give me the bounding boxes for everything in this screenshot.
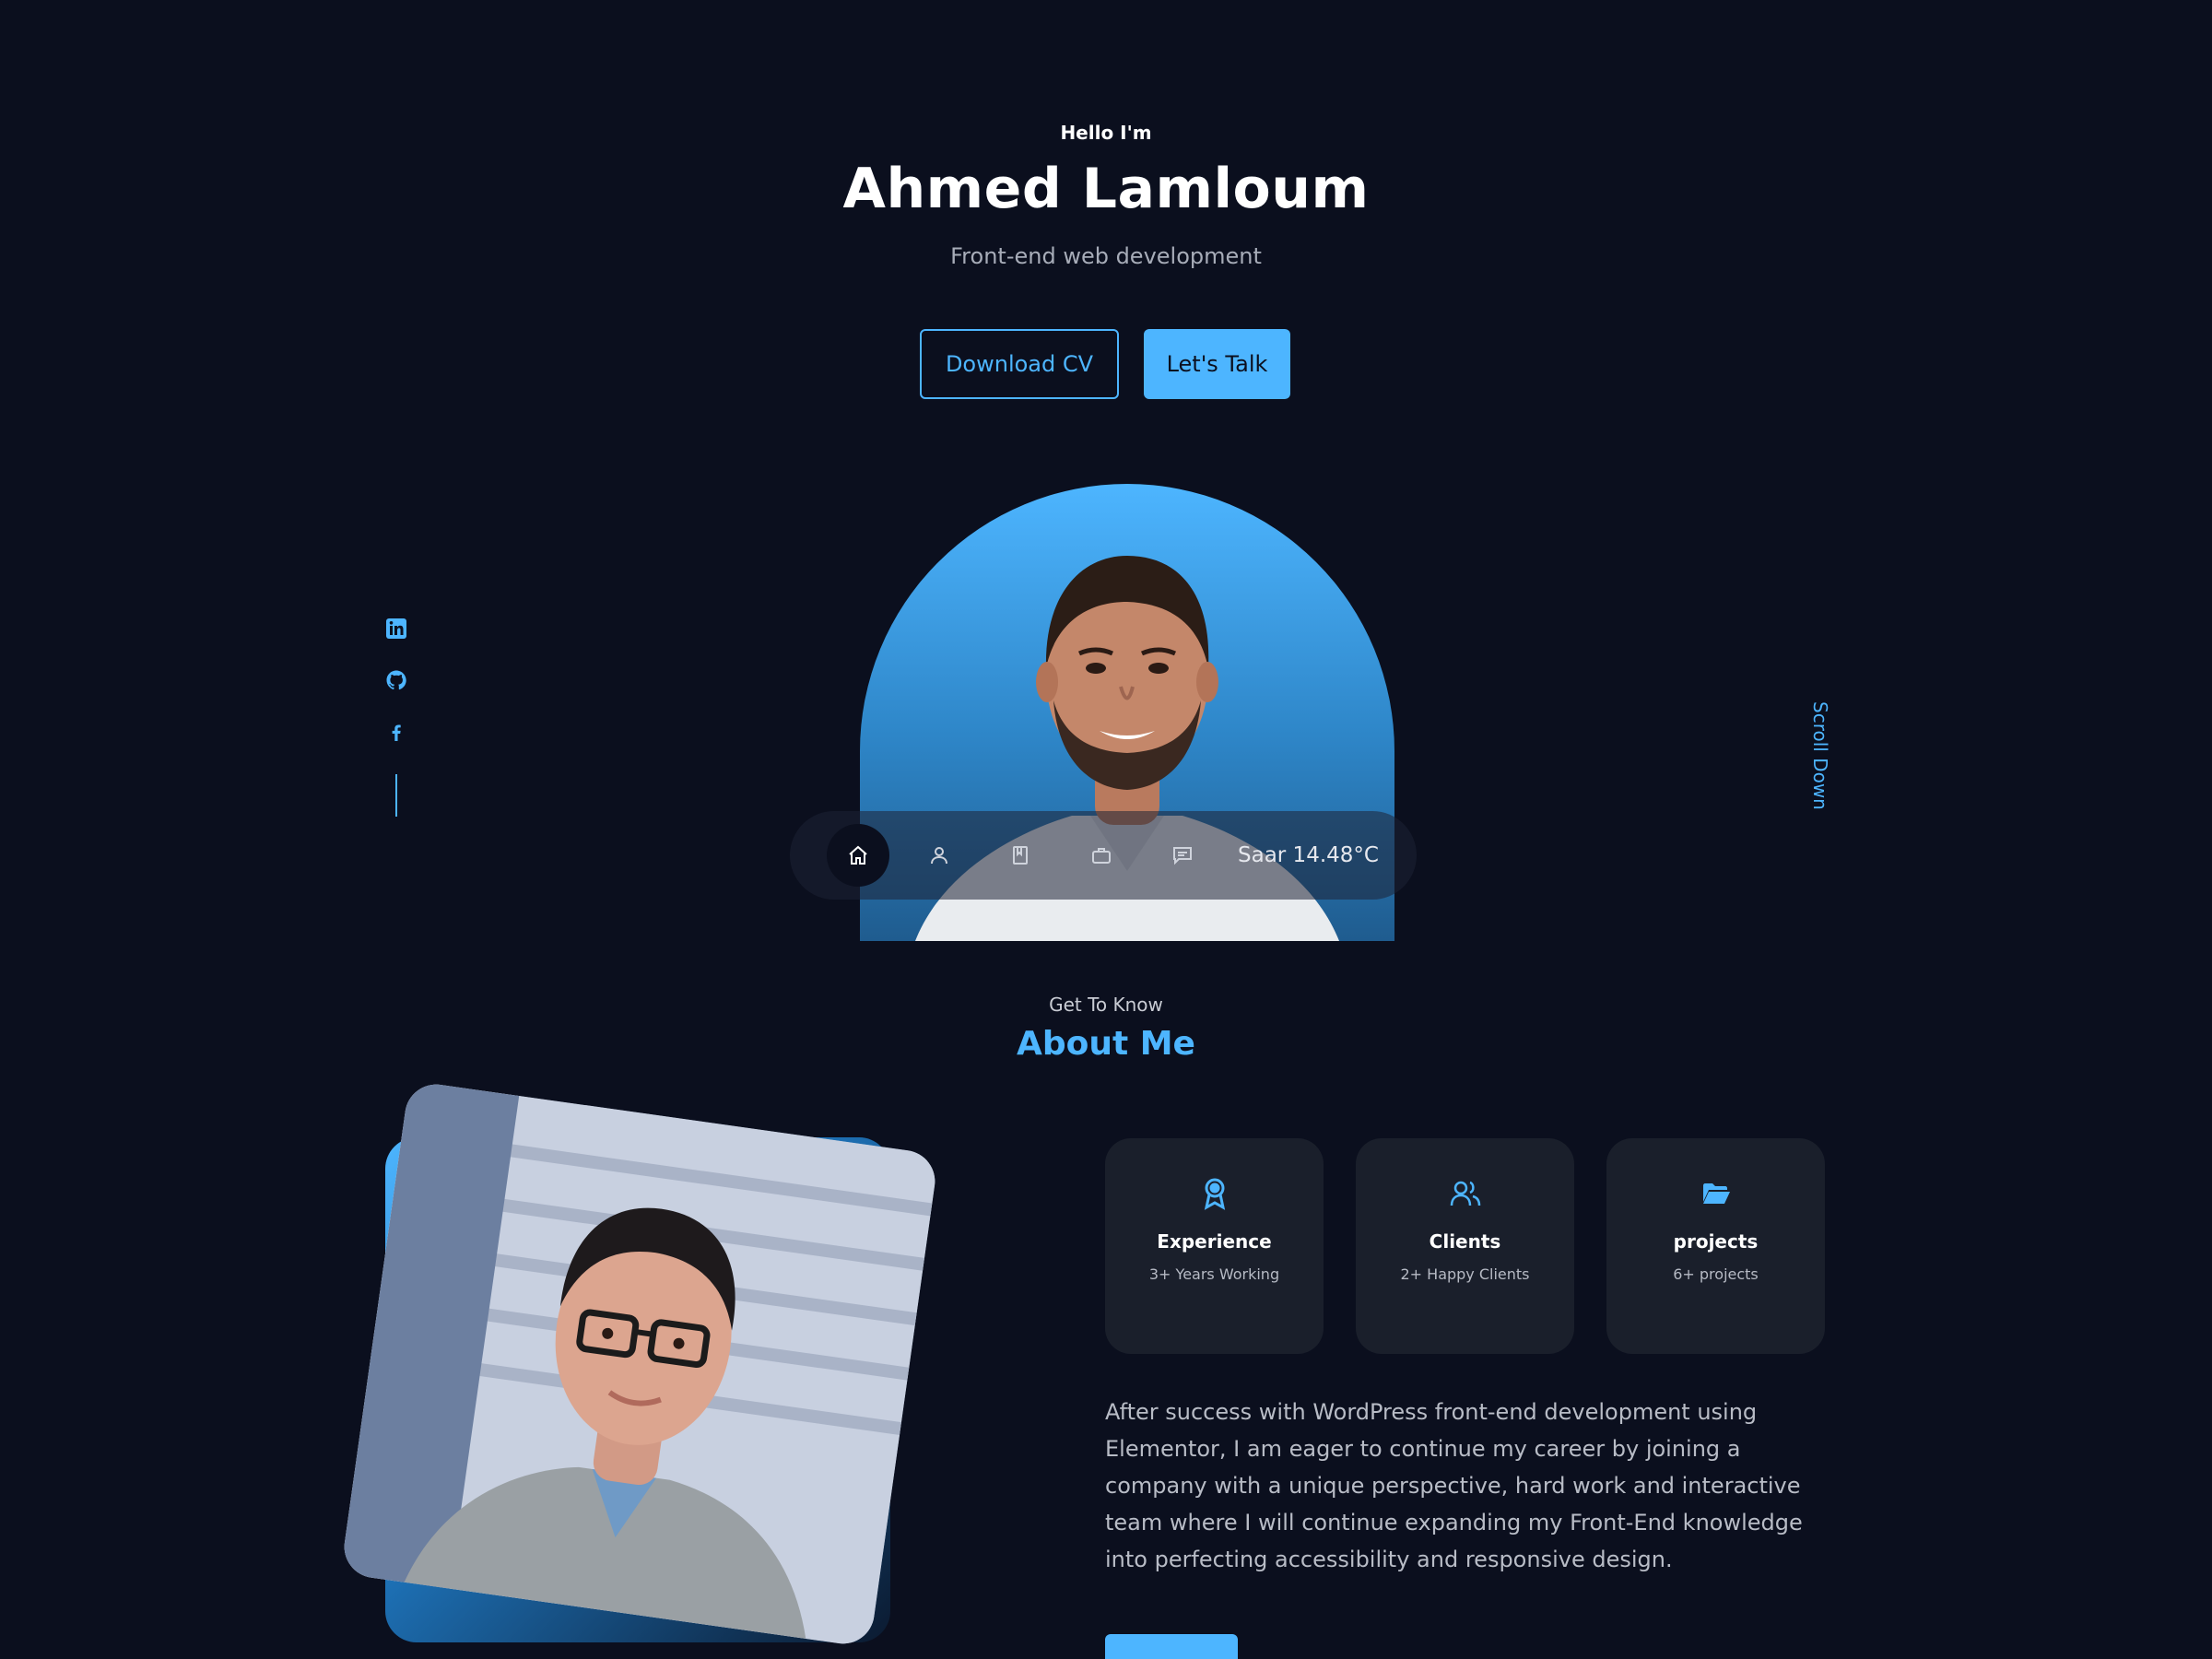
award-icon [1198,1177,1231,1210]
download-cv-button[interactable]: Download CV [920,329,1119,399]
users-icon [1449,1177,1482,1210]
card-title: Experience [1157,1230,1272,1253]
social-links [380,616,413,817]
folder-icon [1700,1177,1733,1210]
hero-name: Ahmed Lamloum [842,157,1370,221]
about-description: After success with WordPress front-end d… [1105,1399,1803,1572]
nav-home-icon[interactable] [827,824,889,887]
card-subtitle: 2+ Happy Clients [1400,1265,1530,1283]
facebook-icon[interactable] [383,719,409,745]
hero-greeting: Hello I'm [1060,122,1152,144]
card-title: projects [1673,1230,1759,1253]
card-title: Clients [1429,1230,1501,1253]
floating-nav: Saar 14.48°C [790,811,1417,900]
lets-talk-button[interactable]: Let's Talk [1144,329,1290,399]
experience-card: Experience 3+ Years Working [1105,1138,1324,1354]
scroll-down-link[interactable]: Scroll Down [1802,700,1839,811]
nav-briefcase-icon[interactable] [1070,824,1133,887]
portfolio-page: Hello I'm Ahmed Lamloum Front-end web de… [0,0,2212,1659]
about-title: About Me [1017,1025,1195,1063]
clients-card: Clients 2+ Happy Clients [1356,1138,1574,1354]
nav-message-icon[interactable] [1151,824,1214,887]
nav-book-icon[interactable] [989,824,1052,887]
linkedin-icon[interactable] [383,616,409,641]
lets-talk-cta-button[interactable] [1105,1634,1238,1659]
card-subtitle: 6+ projects [1673,1265,1759,1283]
hero-role: Front-end web development [950,243,1262,269]
github-icon[interactable] [383,667,409,693]
weather-readout: Saar 14.48°C [1238,843,1379,867]
card-subtitle: 3+ Years Working [1148,1265,1280,1283]
social-divider-line [395,774,397,817]
nav-user-icon[interactable] [908,824,971,887]
about-photo-illustration [340,1080,939,1648]
about-kicker: Get To Know [1049,994,1163,1016]
about-photo [340,1080,939,1648]
projects-card: projects 6+ projects [1606,1138,1825,1354]
